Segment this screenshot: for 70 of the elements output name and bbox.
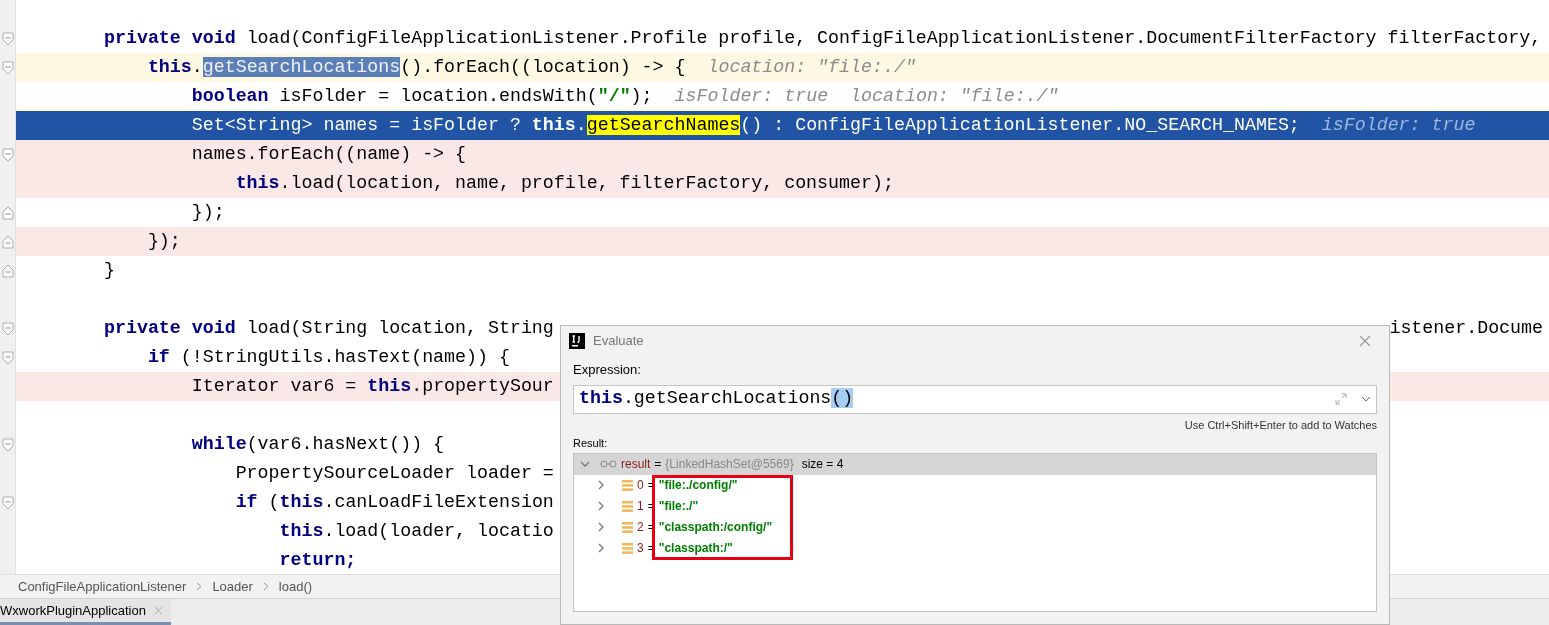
inline-value-hint: isFolder: true location: "file:./"	[674, 84, 1059, 108]
code-line: });	[190, 200, 225, 224]
expression-label: Expression:	[573, 361, 642, 379]
code-line: PropertySourceLoader loader =	[234, 461, 554, 485]
fold-icon[interactable]	[2, 350, 14, 365]
fold-icon[interactable]	[2, 321, 14, 336]
variable-type: {LinkedHashSet@5569}	[665, 456, 794, 473]
element-index: 3	[637, 540, 644, 557]
fold-icon[interactable]	[2, 147, 14, 162]
code-line: if (!StringUtils.hasText(name)) {	[146, 345, 510, 369]
chevron-icon	[262, 582, 269, 591]
chevron-icon	[196, 582, 203, 591]
expression-field[interactable]: this.getSearchLocations()	[573, 384, 1377, 414]
breadcrumb[interactable]: Loader	[212, 576, 253, 597]
code-line: private void load(String location, String	[104, 316, 554, 340]
breadcrumb[interactable]: load()	[278, 576, 313, 597]
chevron-down-icon[interactable]	[580, 459, 590, 469]
fold-icon[interactable]	[2, 495, 14, 510]
fold-icon[interactable]	[2, 60, 14, 75]
breadcrumb[interactable]: ConfigFileApplicationListener	[18, 576, 187, 597]
close-icon[interactable]	[153, 606, 163, 615]
variable-name: result	[621, 456, 651, 473]
inline-value-hint: isFolder: true	[1321, 113, 1476, 137]
app-icon	[569, 333, 585, 349]
list-icon	[622, 479, 633, 491]
chevron-down-icon[interactable]	[1361, 396, 1371, 402]
close-icon[interactable]	[1359, 335, 1371, 347]
element-index: 1	[637, 498, 644, 515]
equals-sign: =	[654, 456, 662, 473]
result-label: Result:	[573, 436, 609, 451]
code-line: this.load(loader, locatio	[278, 519, 554, 543]
element-index: 0	[637, 477, 644, 494]
string-value: "file:./config/"	[658, 477, 738, 494]
string-value: "classpath:/config/"	[658, 519, 773, 536]
size-value: size = 4	[801, 456, 844, 473]
code-line: istener.Docume	[1389, 316, 1543, 340]
tree-row[interactable]: result = {LinkedHashSet@5569} size = 4	[574, 453, 1376, 475]
chevron-right-icon[interactable]	[596, 543, 606, 553]
chevron-right-icon[interactable]	[596, 522, 606, 532]
code-line: names.forEach((name) -> {	[190, 142, 467, 166]
watch-icon	[600, 460, 617, 468]
code-line: return;	[278, 548, 357, 572]
code-line: this.load(location, name, profile, filterFactory, consumer);	[234, 171, 894, 195]
fold-icon[interactable]	[2, 234, 14, 249]
string-value: "file:./"	[658, 498, 699, 515]
expand-icon[interactable]	[1335, 393, 1347, 405]
chevron-right-icon[interactable]	[596, 501, 606, 511]
watch-hint: Use Ctrl+Shift+Enter to add to Watches	[1184, 417, 1377, 433]
code-line: while(var6.hasNext()) {	[190, 432, 445, 456]
list-icon	[622, 521, 633, 533]
string-value: "classpath:/"	[658, 540, 733, 557]
fold-icon[interactable]	[2, 205, 14, 220]
code-line: this.getSearchLocations().forEach((location) -> {	[146, 55, 686, 79]
code-line: Iterator var6 = this.propertySour	[190, 374, 554, 398]
list-icon	[622, 542, 633, 554]
code-line: });	[146, 229, 181, 253]
dialog-title: Evaluate	[593, 332, 644, 351]
code-line: boolean isFolder = location.endsWith("/");	[190, 84, 653, 108]
code-line: Set<String> names = isFolder ? this.getSearchNames() : ConfigFileApplicationListener.NO_SEARCH_NAMES;	[190, 113, 1300, 137]
code-line: private void load(ConfigFileApplicationListener.Profile profile, ConfigFileApplicationListener.DocumentFilterFactory filterFactory,	[104, 26, 1542, 50]
fold-icon[interactable]	[2, 437, 14, 452]
fold-icon[interactable]	[2, 263, 14, 278]
code-line: }	[104, 258, 115, 282]
code-line: if (this.canLoadFileExtension	[234, 490, 554, 514]
inline-value-hint: location: "file:./"	[707, 55, 916, 79]
fold-icon[interactable]	[2, 31, 14, 46]
list-icon	[622, 500, 633, 512]
chevron-right-icon[interactable]	[596, 480, 606, 490]
run-tab[interactable]: WxworkPluginApplication	[0, 599, 171, 625]
element-index: 2	[637, 519, 644, 536]
